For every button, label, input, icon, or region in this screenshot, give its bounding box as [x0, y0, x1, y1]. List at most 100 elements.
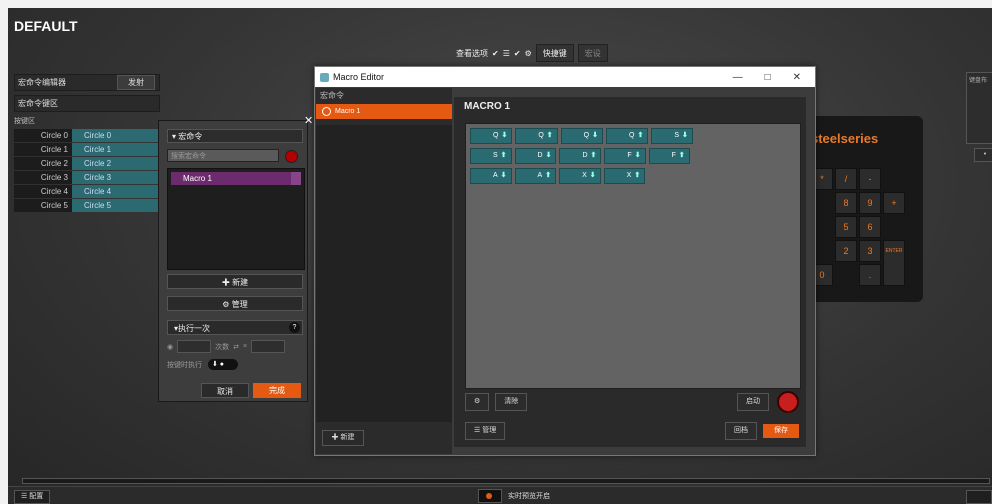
macro-event[interactable]: D ⬆ — [559, 148, 602, 164]
new-macro-label: 新建 — [232, 278, 249, 287]
macro-event[interactable]: Q ⬆ — [515, 128, 558, 144]
arrow-up-icon: ⬆ — [546, 132, 553, 139]
gear-icon[interactable]: ⚙ — [525, 49, 532, 58]
shortcut-button[interactable]: 快捷键 — [535, 44, 574, 62]
editor-new-label: 新建 — [340, 434, 355, 441]
arrow-up-icon: ⬆ — [545, 172, 552, 179]
right-panel-button[interactable]: • — [974, 148, 992, 162]
list-icon[interactable]: ☰ — [503, 49, 510, 58]
macro-event[interactable]: X ⬆ — [603, 168, 646, 184]
live-preview-label: 实时预览开启 — [508, 493, 550, 500]
repeat-icon[interactable]: ⇄ — [233, 343, 239, 351]
macro-event[interactable]: X ⬇ — [559, 168, 601, 184]
remove-icon[interactable] — [291, 172, 301, 185]
keypad-key: 2 — [835, 240, 857, 262]
new-macro-button[interactable]: ✚ 新建 — [167, 274, 303, 289]
maximize-icon[interactable]: □ — [765, 72, 771, 83]
macro-event[interactable]: S ⬇ — [651, 128, 693, 144]
event-key: Q — [628, 132, 635, 139]
keypad-key: 8 — [835, 192, 857, 214]
macro-panel-header[interactable]: ▾ 宏命令 — [167, 129, 303, 143]
editor-manage-label: 管理 — [482, 427, 497, 434]
editor-list-item[interactable]: Macro 1 — [316, 104, 452, 119]
arrow-down-icon: ⬇ — [592, 132, 598, 139]
done-button[interactable]: 完成 — [253, 383, 301, 398]
horizontal-scrollbar[interactable] — [22, 478, 990, 484]
macro-event[interactable]: D ⬇ — [514, 148, 557, 164]
macro-event[interactable]: F ⬇ — [604, 148, 646, 164]
hold-toggle[interactable]: ⬇ ● — [208, 359, 238, 370]
window-titlebar: Macro Editor — □ ✕ — [315, 67, 815, 87]
arrow-down-icon: ⬇ — [634, 152, 641, 159]
macro-editor-label: 宏命令编辑器 — [18, 78, 66, 87]
other-button[interactable]: 宏设 — [577, 44, 608, 62]
live-preview-toggle[interactable] — [478, 489, 502, 503]
macro-event[interactable]: F ⬆ — [648, 148, 690, 164]
keypad-key: - — [859, 168, 881, 190]
macro-event[interactable]: Q ⬇ — [470, 128, 513, 144]
editor-list-item-label: Macro 1 — [335, 108, 361, 115]
circle-value[interactable]: Circle 2 — [72, 157, 160, 170]
circle-value[interactable]: Circle 5 — [72, 199, 160, 212]
macro-editor-button[interactable]: 发射 — [117, 75, 155, 90]
event-row: S ⬆ D ⬇ D ⬆ F ⬇ F ⬆ — [470, 148, 800, 164]
radio-icon[interactable]: ◉ — [167, 343, 173, 351]
times-input[interactable] — [177, 340, 212, 353]
macro-search-input[interactable]: 搜索宏命令 — [167, 149, 279, 162]
macro-list: Macro 1 — [167, 168, 305, 270]
minimize-icon[interactable]: — — [733, 72, 743, 83]
circle-value[interactable]: Circle 1 — [72, 143, 160, 156]
key-area-label: 按键区 — [14, 118, 35, 125]
start-button[interactable]: 启动 — [737, 393, 769, 411]
circle-value[interactable]: Circle 4 — [72, 185, 160, 198]
save-button[interactable]: 保存 — [763, 424, 799, 438]
repeat-row: ◉ 次数 ⇄ × — [167, 340, 303, 353]
record-dot-icon[interactable] — [285, 150, 298, 163]
arrow-down-icon: ⬇ — [589, 172, 596, 179]
editor-manage-button[interactable]: ☰ 管理 — [465, 422, 506, 440]
circle-row[interactable]: Circle 4 Circle 4 — [14, 185, 160, 198]
repeat-input[interactable] — [251, 340, 286, 353]
cancel-button[interactable]: 取消 — [201, 383, 249, 398]
checkmark-icon[interactable]: ✔ — [514, 49, 521, 58]
macro-event[interactable]: A ⬇ — [470, 168, 512, 184]
macro-event[interactable]: A ⬆ — [514, 168, 557, 184]
circle-row[interactable]: Circle 3 Circle 3 — [14, 171, 160, 184]
editor-new-button[interactable]: ✚ 新建 — [322, 430, 364, 446]
run-mode-dropdown[interactable]: ▾ 执行一次? — [167, 320, 303, 335]
close-icon[interactable]: ✕ — [304, 116, 314, 127]
window-title: Macro Editor — [333, 72, 385, 82]
hold-label: 按键时执行 — [167, 361, 202, 369]
circle-row[interactable]: Circle 1 Circle 1 — [14, 143, 160, 156]
event-key: Q — [583, 132, 590, 139]
record-button[interactable] — [777, 391, 799, 413]
circle-value[interactable]: Circle 0 — [72, 129, 160, 142]
config-button[interactable]: ☰ 配置 — [14, 490, 51, 504]
macro-event[interactable]: Q ⬇ — [560, 128, 603, 144]
editor-list-header: 宏命令 — [320, 91, 344, 100]
macro-panel-header-label: 宏命令 — [178, 132, 203, 141]
circle-value[interactable]: Circle 3 — [72, 171, 160, 184]
circle-row[interactable]: Circle 2 Circle 2 — [14, 157, 160, 170]
circle-key: Circle 3 — [14, 171, 72, 184]
clear-button[interactable]: 清除 — [495, 393, 528, 411]
settings-button[interactable]: ⚙ — [465, 393, 490, 411]
macro-key-area-header[interactable]: 宏命令键区 — [14, 95, 160, 112]
macro-event[interactable]: Q ⬆ — [605, 128, 649, 144]
event-key: D — [537, 152, 543, 159]
circle-row[interactable]: Circle 5 Circle 5 — [14, 199, 160, 212]
bottom-right-button[interactable] — [966, 490, 992, 504]
circle-row[interactable]: Circle 0 Circle 0 — [14, 129, 160, 142]
close-window-icon[interactable]: ✕ — [793, 72, 801, 83]
revert-button[interactable]: 回档 — [725, 422, 757, 440]
event-key: Q — [538, 132, 544, 139]
help-icon[interactable]: ? — [289, 322, 300, 333]
arrow-up-icon: ⬆ — [590, 152, 597, 159]
macro-event-canvas[interactable]: Q ⬇ Q ⬆ Q ⬇ Q ⬆ S ⬇ S ⬆ D ⬇ D ⬆ F ⬇ F ⬆ A ⬇ A ⬆ X ⬇ X ⬆ — [465, 123, 801, 389]
macro-editor-row: 宏命令编辑器 发射 — [14, 74, 160, 91]
checkmark-icon[interactable]: ✔ — [492, 49, 499, 58]
right-panel[interactable]: 键盘布 — [966, 72, 992, 144]
macro-event[interactable]: S ⬆ — [470, 148, 512, 164]
manage-macro-button[interactable]: ⚙ 管理 — [167, 296, 303, 311]
macro-list-item[interactable]: Macro 1 — [171, 172, 301, 185]
